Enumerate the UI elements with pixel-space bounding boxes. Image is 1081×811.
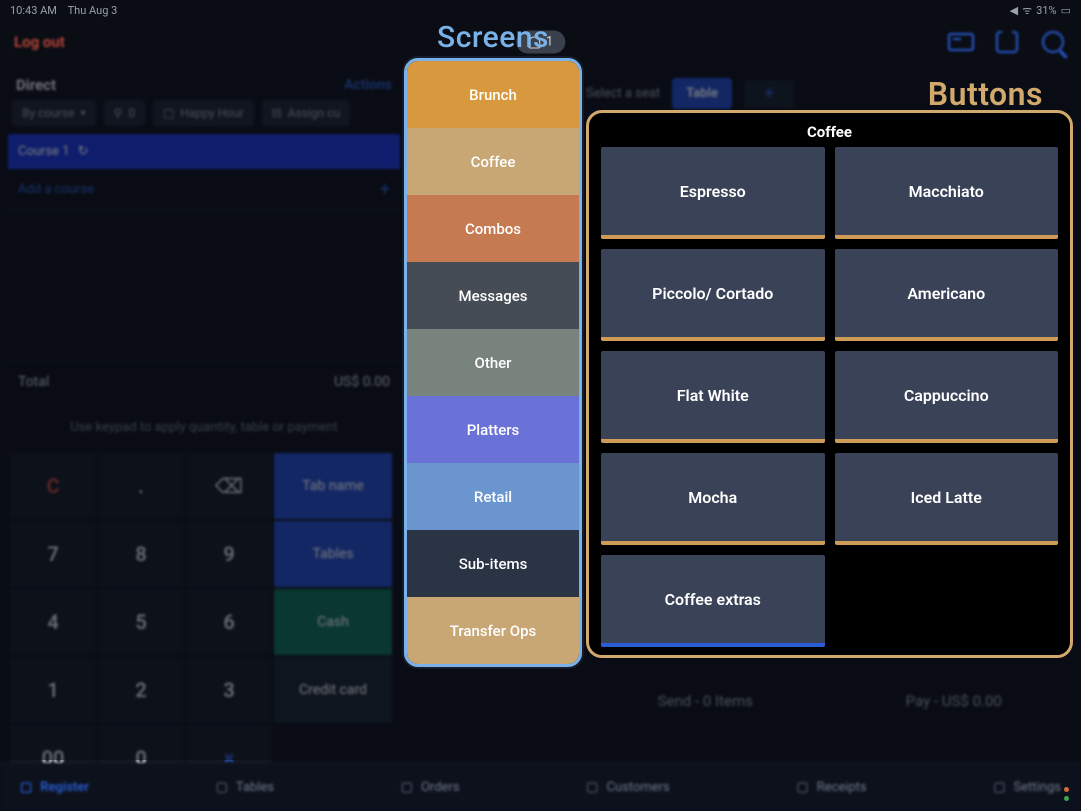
actions-button[interactable]: Actions <box>344 77 392 93</box>
assign-chip[interactable]: ⊟Assign cu <box>262 100 350 126</box>
key-backspace[interactable]: ⌫ <box>186 453 272 519</box>
credit-card-button[interactable]: Credit card <box>274 657 392 723</box>
screen-item-sub-items[interactable]: Sub-items <box>407 530 579 597</box>
status-time: 10:43 AM <box>10 4 57 17</box>
scan-icon[interactable] <box>993 28 1021 56</box>
seat-row: Select a seat Table + <box>586 66 794 109</box>
key-1[interactable]: 1 <box>10 657 96 723</box>
annotation-screens: Screens <box>404 20 582 55</box>
course-1-row[interactable]: Course 1 ↻ <box>8 134 400 169</box>
key-7[interactable]: 7 <box>10 521 96 587</box>
buttons-header: Coffee <box>589 113 1070 147</box>
battery-pct: 31% <box>1036 4 1056 17</box>
guest-count-chip[interactable]: ⚲0 <box>104 100 146 126</box>
item-button-cappuccino[interactable]: Cappuccino <box>835 351 1059 443</box>
tag-icon: ▢ <box>163 106 174 120</box>
card-icon[interactable] <box>947 28 975 56</box>
orders-icon: ▢ <box>401 780 413 795</box>
screens-column: BrunchCoffeeCombosMessagesOtherPlattersR… <box>404 58 582 667</box>
total-label: Total <box>18 374 49 390</box>
key-clear[interactable]: C <box>10 453 96 519</box>
send-button[interactable]: Send - 0 Items <box>586 676 825 726</box>
add-seat-button[interactable]: + <box>744 80 794 108</box>
annotation-buttons: Buttons <box>928 75 1043 113</box>
keypad: C . ⌫ Tab name 7 8 9 Tables 4 5 6 Cash 1… <box>8 453 400 791</box>
nav-tables[interactable]: ▢Tables <box>216 780 274 795</box>
screen-item-combos[interactable]: Combos <box>407 195 579 262</box>
item-button-americano[interactable]: Americano <box>835 249 1059 341</box>
nav-status-dots <box>1064 787 1069 801</box>
battery-icon: ▭ <box>1061 4 1071 17</box>
key-8[interactable]: 8 <box>98 521 184 587</box>
key-4[interactable]: 4 <box>10 589 96 655</box>
cash-button[interactable]: Cash <box>274 589 392 655</box>
screen-item-brunch[interactable]: Brunch <box>407 61 579 128</box>
tables-button[interactable]: Tables <box>274 521 392 587</box>
empty-slot <box>835 555 1059 647</box>
item-button-macchiato[interactable]: Macchiato <box>835 147 1059 239</box>
key-2[interactable]: 2 <box>98 657 184 723</box>
bottom-nav: ▢Register ▢Tables ▢Orders ▢Customers ▢Receip… <box>0 763 1081 811</box>
item-button-coffee-extras[interactable]: Coffee extras <box>601 555 825 647</box>
key-6[interactable]: 6 <box>186 589 272 655</box>
plus-icon: + <box>380 179 390 200</box>
nav-settings[interactable]: ▢Settings <box>993 780 1061 795</box>
key-3[interactable]: 3 <box>186 657 272 723</box>
person-icon: ⊟ <box>272 106 282 120</box>
screen-item-other[interactable]: Other <box>407 329 579 396</box>
order-title: Direct <box>16 76 56 94</box>
key-dot[interactable]: . <box>98 453 184 519</box>
item-button-flat-white[interactable]: Flat White <box>601 351 825 443</box>
sync-icon: ↻ <box>78 144 89 159</box>
screen-item-platters[interactable]: Platters <box>407 396 579 463</box>
send-pay-row: Send - 0 Items Pay - US$ 0.00 <box>586 676 1073 726</box>
total-value: US$ 0.00 <box>334 374 390 390</box>
table-button[interactable]: Table <box>672 78 732 109</box>
wifi-icon: ᯤ <box>1022 3 1032 18</box>
nav-receipts[interactable]: ▢Receipts <box>796 780 866 795</box>
add-course-button[interactable]: Add a course + <box>8 169 400 211</box>
item-button-mocha[interactable]: Mocha <box>601 453 825 545</box>
settings-icon: ▢ <box>993 780 1005 795</box>
key-9[interactable]: 9 <box>186 521 272 587</box>
screen-item-coffee[interactable]: Coffee <box>407 128 579 195</box>
register-icon: ▢ <box>20 780 32 795</box>
buttons-panel: Coffee EspressoMacchiatoPiccolo/ Cortado… <box>586 110 1073 658</box>
nav-orders[interactable]: ▢Orders <box>401 780 460 795</box>
guest-icon: ⚲ <box>114 106 123 120</box>
nav-register[interactable]: ▢Register <box>20 780 89 795</box>
pay-button[interactable]: Pay - US$ 0.00 <box>835 676 1074 726</box>
item-button-piccolo-cortado[interactable]: Piccolo/ Cortado <box>601 249 825 341</box>
happy-hour-chip[interactable]: ▢Happy Hour <box>153 100 254 126</box>
screen-item-transfer-ops[interactable]: Transfer Ops <box>407 597 579 664</box>
receipts-icon: ▢ <box>796 780 808 795</box>
search-icon[interactable] <box>1039 28 1067 56</box>
tab-name-button[interactable]: Tab name <box>274 453 392 519</box>
keypad-hint: Use keypad to apply quantity, table or p… <box>8 402 400 453</box>
by-course-chip[interactable]: By course▾ <box>12 100 96 126</box>
nav-customers[interactable]: ▢Customers <box>586 780 670 795</box>
logout-button[interactable]: Log out <box>14 33 65 51</box>
location-icon: ◀ <box>1010 4 1018 17</box>
status-bar: 10:43 AM Thu Aug 3 ◀ ᯤ 31% ▭ <box>0 0 1081 18</box>
item-button-espresso[interactable]: Espresso <box>601 147 825 239</box>
tables-icon: ▢ <box>216 780 228 795</box>
order-panel: Direct Actions By course▾ ⚲0 ▢Happy Hour… <box>8 66 400 791</box>
customers-icon: ▢ <box>586 780 598 795</box>
key-5[interactable]: 5 <box>98 589 184 655</box>
screen-item-messages[interactable]: Messages <box>407 262 579 329</box>
status-date: Thu Aug 3 <box>68 4 118 17</box>
screen-item-retail[interactable]: Retail <box>407 463 579 530</box>
item-button-iced-latte[interactable]: Iced Latte <box>835 453 1059 545</box>
select-seat-label: Select a seat <box>586 86 660 101</box>
